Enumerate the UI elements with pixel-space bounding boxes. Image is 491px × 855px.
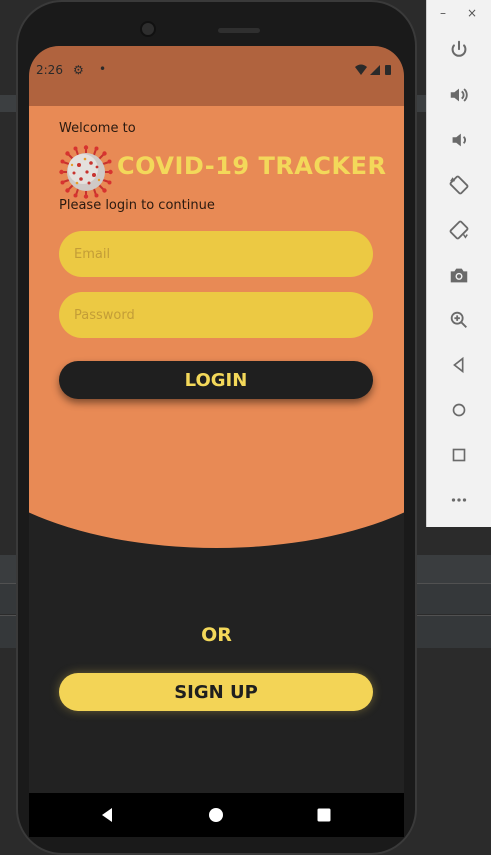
phone-screen: 2:26 ⚙ • Welcome to COVID-19 TRACKER Ple…	[29, 46, 404, 837]
home-icon[interactable]	[208, 807, 224, 823]
emulator-window-controls: – ×	[427, 6, 491, 24]
home-icon[interactable]	[446, 397, 472, 423]
overview-icon[interactable]	[446, 442, 472, 468]
zoom-icon[interactable]	[446, 307, 472, 333]
camera-icon[interactable]	[446, 262, 472, 288]
volume-up-icon[interactable]	[446, 82, 472, 108]
notification-dot: •	[99, 62, 107, 76]
welcome-text: Welcome to	[59, 121, 136, 136]
gear-icon: ⚙	[73, 63, 84, 77]
power-icon[interactable]	[446, 37, 472, 63]
emulator-control-panel: – ×	[426, 0, 491, 527]
more-icon[interactable]	[446, 487, 472, 513]
wifi-icon	[355, 64, 367, 75]
front-camera	[140, 21, 156, 37]
back-icon[interactable]	[446, 352, 472, 378]
status-time: 2:26	[36, 63, 63, 77]
battery-icon	[385, 65, 391, 75]
navigation-bar	[29, 793, 404, 837]
recents-icon[interactable]	[316, 807, 332, 823]
password-field[interactable]	[59, 292, 373, 338]
signup-button-label: SIGN UP	[174, 681, 258, 703]
rotate-left-icon[interactable]	[446, 172, 472, 198]
or-divider-text: OR	[201, 624, 232, 646]
earpiece-speaker	[218, 28, 260, 33]
minimize-button[interactable]: –	[440, 6, 446, 20]
login-button-label: LOGIN	[184, 369, 248, 391]
signup-button[interactable]: SIGN UP	[59, 673, 373, 711]
status-bar: 2:26 ⚙ •	[29, 46, 404, 106]
email-field[interactable]	[59, 231, 373, 277]
close-button[interactable]: ×	[467, 6, 477, 20]
app-title: COVID-19 TRACKER	[117, 152, 387, 180]
signal-icon	[370, 65, 380, 75]
volume-down-icon[interactable]	[446, 127, 472, 153]
rotate-right-icon[interactable]	[446, 217, 472, 243]
virus-icon	[59, 145, 113, 199]
login-button[interactable]: LOGIN	[59, 361, 373, 399]
back-icon[interactable]	[99, 807, 115, 823]
login-subtitle: Please login to continue	[59, 198, 215, 213]
status-icons	[355, 64, 391, 75]
